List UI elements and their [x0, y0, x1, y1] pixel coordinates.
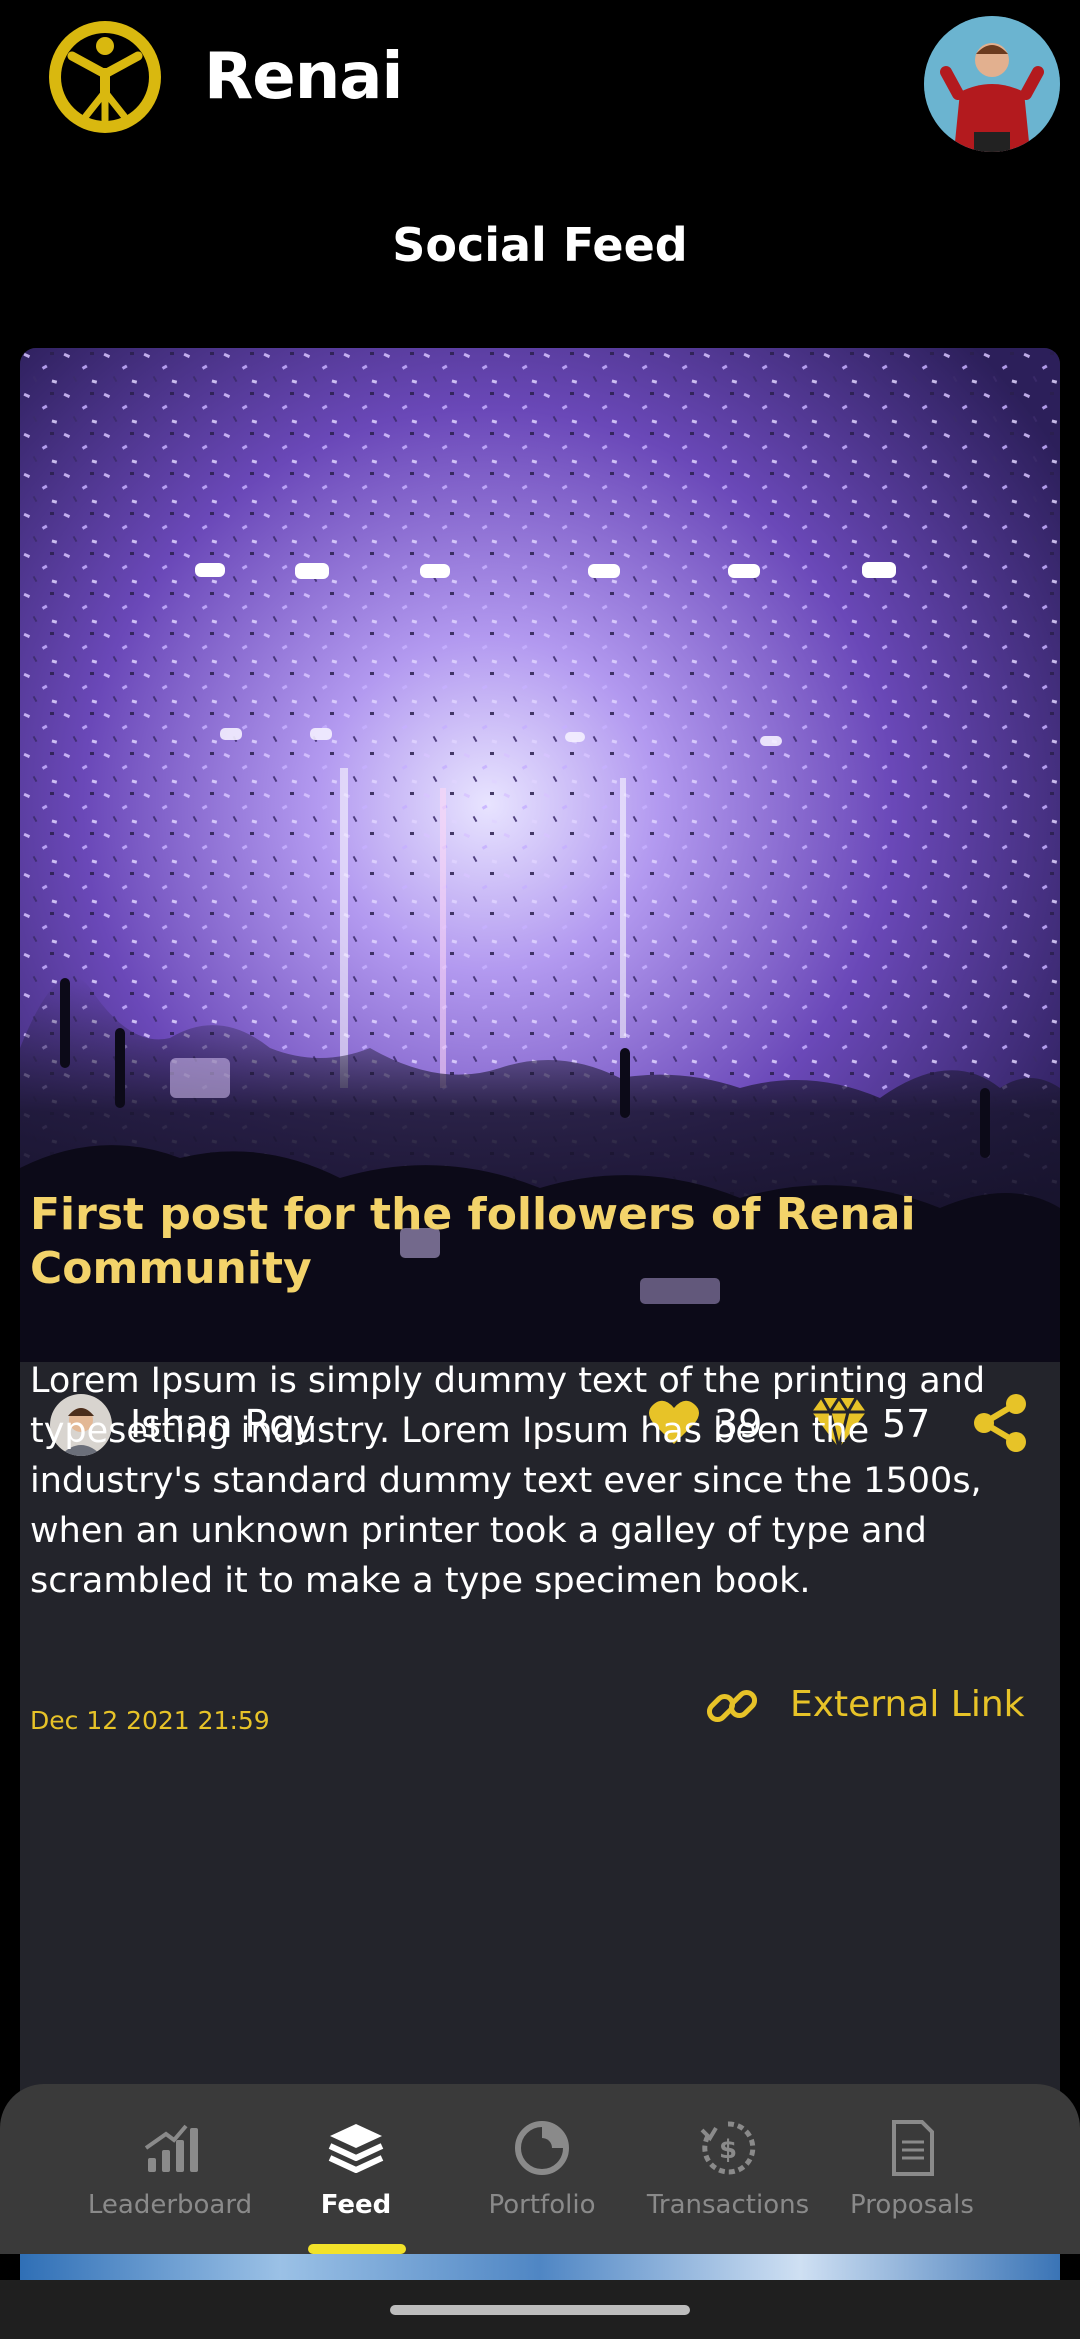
- home-gesture-pill[interactable]: [390, 2305, 690, 2315]
- active-tab-indicator: [308, 2244, 406, 2254]
- nav-label-transactions: Transactions: [646, 2190, 810, 2220]
- post-body: Lorem Ipsum is simply dummy text of the …: [30, 1361, 986, 1601]
- user-photo: [924, 16, 1060, 152]
- post-date: Dec 12 2021 21:59: [30, 1706, 270, 1735]
- document-icon: [892, 2120, 934, 2176]
- layers-icon: [328, 2124, 384, 2173]
- nav-label-feed: Feed: [320, 2190, 392, 2220]
- nav-item-feed[interactable]: Feed: [266, 2118, 446, 2238]
- nav-item-leaderboard[interactable]: Leaderboard: [80, 2118, 260, 2238]
- user-avatar[interactable]: [924, 16, 1060, 152]
- bar-chart-icon: [144, 2124, 198, 2172]
- post-title: First post for the followers of Renai Co…: [30, 1189, 916, 1294]
- nav-label-portfolio: Portfolio: [488, 2190, 596, 2220]
- nav-item-transactions[interactable]: $ Transactions: [638, 2118, 818, 2238]
- page-title: Social Feed: [392, 218, 688, 272]
- nav-item-portfolio[interactable]: Portfolio: [452, 2118, 632, 2238]
- nav-item-proposals[interactable]: Proposals: [822, 2118, 1002, 2238]
- app-header: Renai: [0, 0, 1080, 170]
- renai-logo-icon[interactable]: [44, 16, 166, 138]
- bottom-nav: Leaderboard Feed Portfolio $ Transaction…: [0, 2084, 1080, 2254]
- app-title: Renai: [204, 40, 403, 114]
- dollar-cycle-icon: $: [700, 2121, 756, 2175]
- nav-label-proposals: Proposals: [850, 2190, 974, 2220]
- system-navigation-bar: [0, 2280, 1080, 2339]
- link-icon: [706, 1689, 758, 1723]
- pie-chart-icon: [515, 2121, 569, 2175]
- external-link-label: External Link: [790, 1684, 1025, 1725]
- next-post-preview: [20, 2254, 1060, 2280]
- svg-text:$: $: [719, 2135, 737, 2165]
- nav-label-leaderboard: Leaderboard: [87, 2190, 253, 2220]
- post-card[interactable]: Ishan Roy 39 57: [20, 348, 1060, 2308]
